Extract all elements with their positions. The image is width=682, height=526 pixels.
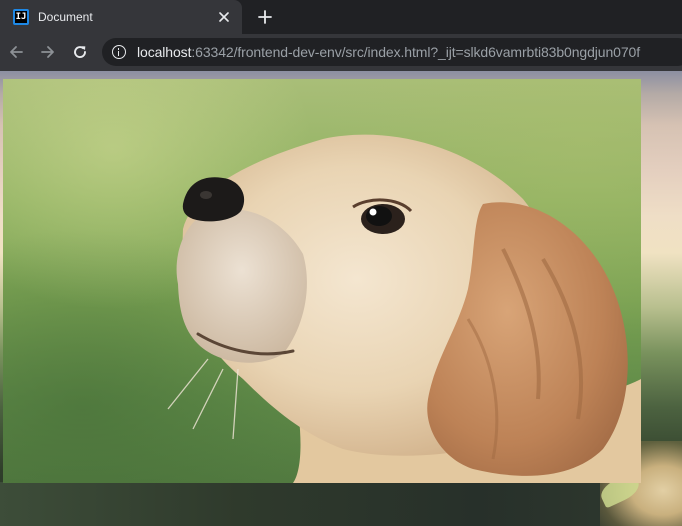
tab-document[interactable]: IJ Document bbox=[0, 0, 242, 34]
url-path: :63342/frontend-dev-env/src/index.html?_… bbox=[191, 44, 641, 60]
page-viewport bbox=[0, 71, 682, 526]
arrow-right-icon bbox=[41, 46, 54, 58]
browser-toolbar: localhost:63342/frontend-dev-env/src/ind… bbox=[0, 34, 682, 71]
forward-button[interactable] bbox=[36, 40, 60, 64]
new-tab-button[interactable] bbox=[253, 5, 277, 29]
back-button[interactable] bbox=[4, 40, 28, 64]
dog-photo bbox=[3, 79, 641, 483]
address-bar[interactable]: localhost:63342/frontend-dev-env/src/ind… bbox=[102, 38, 682, 66]
favicon-text: IJ bbox=[15, 11, 27, 23]
url-text: localhost:63342/frontend-dev-env/src/ind… bbox=[137, 44, 640, 60]
info-icon[interactable] bbox=[112, 45, 126, 59]
arrow-left-icon bbox=[10, 46, 23, 58]
url-host: localhost bbox=[137, 44, 192, 60]
reload-icon bbox=[74, 46, 86, 58]
plus-icon bbox=[258, 10, 272, 24]
close-icon[interactable] bbox=[216, 9, 232, 25]
reload-button[interactable] bbox=[68, 40, 92, 64]
tab-strip: IJ Document bbox=[0, 0, 682, 34]
background-image-bottom bbox=[0, 482, 682, 526]
intellij-favicon-icon: IJ bbox=[13, 9, 29, 25]
tab-title: Document bbox=[38, 10, 93, 24]
